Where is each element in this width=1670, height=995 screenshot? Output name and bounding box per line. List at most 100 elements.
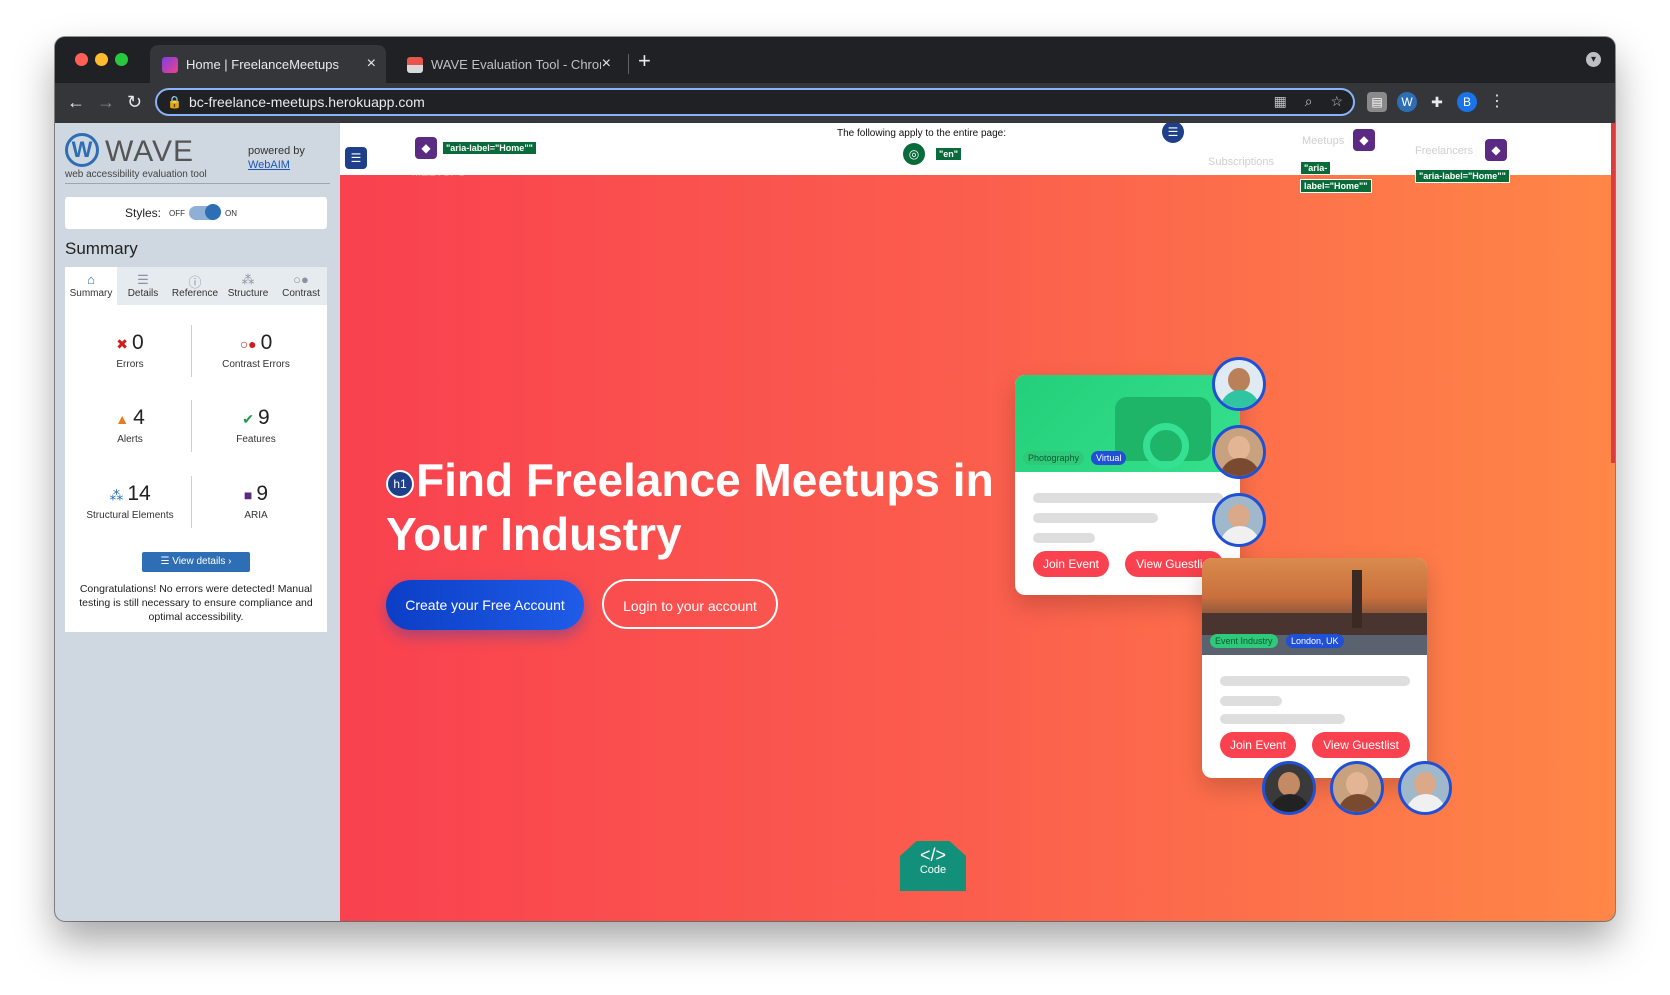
wave-tagline: web accessibility evaluation tool: [65, 169, 207, 180]
close-tab-icon[interactable]: ×: [367, 55, 376, 73]
tab-label: Summary: [69, 288, 113, 299]
tab-label: Details: [127, 288, 159, 299]
aria-stat: ■ 9 ARIA: [191, 482, 321, 521]
wave-extension-icon[interactable]: W: [1397, 92, 1417, 112]
category-chip: Event Industry: [1210, 634, 1278, 648]
tab-label: Contrast: [282, 288, 320, 299]
placeholder-line: [1033, 513, 1158, 523]
avatar-face: [1228, 504, 1250, 528]
view-details-button[interactable]: ☰ View details ›: [142, 552, 250, 572]
close-window-button[interactable]: [75, 53, 88, 66]
tab-structure[interactable]: ⁂ Structure: [222, 267, 274, 305]
attendee-avatar: [1398, 761, 1452, 815]
wave-aria-icon[interactable]: ◆: [415, 137, 437, 159]
styles-toggle-knob[interactable]: [205, 204, 221, 220]
features-stat: ✔ 9 Features: [191, 406, 321, 445]
nav-freelancers[interactable]: Freelancers: [1415, 145, 1473, 157]
wave-wordmark: WAVE: [105, 135, 195, 168]
qr-code-icon[interactable]: ▦: [1274, 93, 1287, 109]
new-tab-button[interactable]: +: [638, 48, 651, 74]
attendee-avatar: [1262, 761, 1316, 815]
address-bar[interactable]: 🔒 bc-freelance-meetups.herokuapp.com ▦ ⌕…: [155, 88, 1355, 116]
attendee-avatar: [1212, 357, 1266, 411]
aria-label-tag: "aria-label="Home"": [1415, 169, 1510, 183]
join-event-button[interactable]: Join Event: [1033, 551, 1109, 577]
create-account-button[interactable]: Create your Free Account: [386, 580, 584, 630]
wave-list-icon[interactable]: ☰: [1162, 123, 1184, 143]
lock-icon: 🔒: [167, 95, 182, 109]
list-icon: ☰: [137, 272, 149, 287]
page-header: ☰ ◆ "aria-label="Home"" MEETUPS The foll…: [340, 123, 1615, 193]
list-icon: ☰: [160, 556, 173, 567]
avatar-body: [1270, 794, 1310, 812]
wave-structure-icon[interactable]: ☰: [345, 147, 367, 169]
aria-cube-icon: ■: [243, 487, 253, 503]
kebab-menu-icon[interactable]: ⋮: [1487, 92, 1507, 112]
placeholder-line: [1220, 676, 1410, 686]
structure-icon: ⁂: [109, 487, 124, 503]
camera-illustration: Photography Virtual: [1015, 375, 1240, 472]
tab-contrast[interactable]: ○● Contrast: [275, 267, 327, 305]
category-chip: Photography: [1023, 451, 1085, 465]
nav-subscriptions[interactable]: Subscriptions: [1208, 156, 1274, 168]
tab-wave-evaluation[interactable]: WAVE Evaluation Tool - Chrom ×: [395, 45, 621, 83]
content-area: W WAVE web accessibility evaluation tool…: [55, 123, 1615, 921]
congratulations-message: Congratulations! No errors were detected…: [79, 583, 313, 623]
hero-heading-text: Find Freelance Meetups in Your Industry: [386, 454, 994, 560]
structural-count: 14: [127, 482, 151, 505]
tab-reference[interactable]: ⓘ Reference: [169, 267, 221, 305]
maximize-window-button[interactable]: [115, 53, 128, 66]
error-icon: ✖: [116, 336, 129, 352]
tab-title: WAVE Evaluation Tool - Chrom: [431, 57, 601, 72]
join-event-button[interactable]: Join Event: [1220, 732, 1296, 758]
features-label: Features: [236, 434, 276, 445]
bookmark-star-icon[interactable]: ☆: [1330, 93, 1343, 109]
tab-summary[interactable]: ⌂ Summary: [65, 267, 117, 305]
contrast-errors-count: 0: [260, 331, 273, 354]
placeholder-line: [1033, 493, 1223, 503]
aria-label: ARIA: [244, 510, 268, 521]
powered-by-label: powered by: [248, 145, 305, 157]
wave-h1-icon[interactable]: h1: [386, 469, 414, 498]
webaim-link[interactable]: WebAIM: [248, 159, 290, 171]
hierarchy-icon: ⁂: [241, 272, 255, 287]
profile-avatar[interactable]: B: [1457, 92, 1477, 112]
london-skyline-photo: Event Industry London, UK: [1202, 558, 1427, 655]
wave-aria-icon[interactable]: ◆: [1353, 129, 1375, 151]
minimize-window-button[interactable]: [95, 53, 108, 66]
code-toggle-button[interactable]: </> Code: [900, 841, 966, 891]
tab-search-icon[interactable]: ▾: [1586, 52, 1601, 67]
omnibox-actions: ▦ ⌕ ☆: [1260, 93, 1343, 110]
puzzle-extensions-icon[interactable]: ✚: [1427, 92, 1447, 112]
alerts-stat: ▲ 4 Alerts: [65, 406, 195, 445]
styles-label: Styles:: [125, 206, 162, 220]
avatar-face: [1278, 772, 1300, 796]
tab-freelance-meetups[interactable]: Home | FreelanceMeetups ×: [150, 45, 386, 83]
avatar-face: [1414, 772, 1436, 796]
reload-icon[interactable]: ↻: [127, 92, 142, 113]
divider: [65, 183, 330, 184]
placeholder-line: [1220, 714, 1345, 724]
feature-check-icon: ✔: [242, 411, 255, 427]
styles-on-label: ON: [225, 209, 237, 218]
avatar-face: [1346, 772, 1368, 796]
scrollbar[interactable]: [1611, 123, 1615, 463]
login-button[interactable]: Login to your account: [602, 579, 778, 629]
nav-meetups[interactable]: Meetups: [1302, 135, 1344, 147]
wave-aria-icon[interactable]: ◆: [1485, 139, 1507, 161]
zoom-icon[interactable]: ⌕: [1305, 93, 1313, 109]
alert-icon: ▲: [115, 411, 130, 427]
wave-sidebar: W WAVE web accessibility evaluation tool…: [55, 123, 340, 921]
forward-arrow-icon[interactable]: →: [97, 92, 115, 113]
tab-separator: [628, 54, 629, 74]
close-tab-icon[interactable]: ×: [602, 55, 611, 73]
avatar-body: [1220, 390, 1260, 408]
globe-language-icon[interactable]: ◎: [903, 143, 925, 165]
tab-details[interactable]: ☰ Details: [117, 267, 169, 305]
url-text[interactable]: bc-freelance-meetups.herokuapp.com: [189, 94, 425, 110]
extension-icon[interactable]: ▤: [1367, 92, 1387, 112]
tab-strip: Home | FreelanceMeetups × WAVE Evaluatio…: [55, 37, 1615, 83]
view-guestlist-button[interactable]: View Guestlist: [1312, 732, 1410, 758]
wave-logo: W WAVE: [65, 133, 193, 168]
back-arrow-icon[interactable]: ←: [67, 92, 85, 113]
